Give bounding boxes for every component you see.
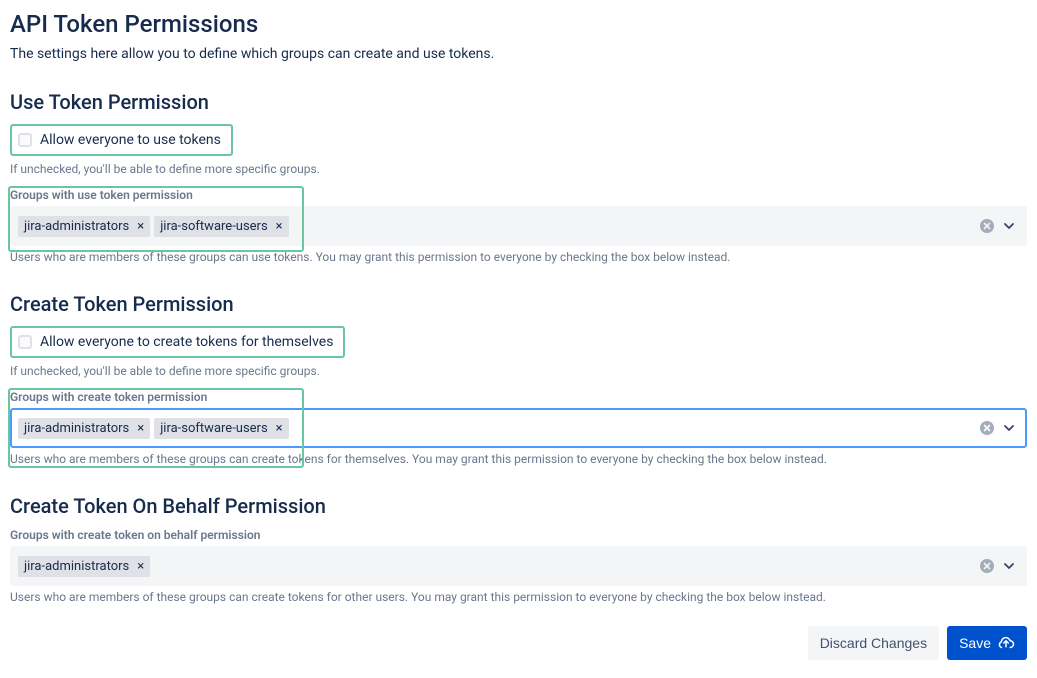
create-token-allow-everyone-checkbox[interactable]: Allow everyone to create tokens for them… [10, 326, 345, 358]
create-on-behalf-groups-help: Users who are members of these groups ca… [10, 590, 1027, 604]
tag-jira-administrators: jira-administrators × [18, 216, 150, 237]
checkbox-icon [18, 335, 32, 349]
use-token-section: Use Token Permission Allow everyone to u… [10, 90, 1027, 264]
use-token-groups-help: Users who are members of these groups ca… [10, 250, 1027, 264]
create-token-heading: Create Token Permission [10, 292, 1027, 316]
chevron-down-icon[interactable] [1001, 218, 1017, 234]
tag-jira-administrators: jira-administrators × [18, 556, 150, 577]
remove-tag-icon[interactable]: × [133, 218, 148, 235]
tag-jira-software-users: jira-software-users × [154, 418, 288, 439]
tag-label: jira-administrators [24, 219, 129, 234]
create-token-groups-label: Groups with create token permission [10, 390, 1027, 404]
clear-all-icon[interactable] [979, 558, 995, 574]
create-on-behalf-groups-label: Groups with create token on behalf permi… [10, 528, 1027, 542]
create-on-behalf-groups-field: Groups with create token on behalf permi… [10, 528, 1027, 586]
use-token-groups-label: Groups with use token permission [10, 188, 1027, 202]
use-token-groups-field: Groups with use token permission jira-ad… [10, 188, 1027, 246]
chevron-down-icon[interactable] [1001, 420, 1017, 436]
remove-tag-icon[interactable]: × [133, 558, 148, 575]
save-button-label: Save [959, 635, 991, 651]
checkbox-label: Allow everyone to create tokens for them… [40, 334, 333, 350]
cloud-upload-icon [997, 634, 1015, 652]
create-token-groups-select[interactable]: jira-administrators × jira-software-user… [10, 408, 1027, 448]
page-description: The settings here allow you to define wh… [10, 46, 1027, 62]
create-on-behalf-heading: Create Token On Behalf Permission [10, 494, 1027, 518]
clear-all-icon[interactable] [979, 420, 995, 436]
tag-label: jira-software-users [160, 421, 267, 436]
use-token-heading: Use Token Permission [10, 90, 1027, 114]
use-token-allow-everyone-checkbox[interactable]: Allow everyone to use tokens [10, 124, 233, 156]
chevron-down-icon[interactable] [1001, 558, 1017, 574]
create-token-groups-help: Users who are members of these groups ca… [10, 452, 1027, 466]
remove-tag-icon[interactable]: × [272, 420, 287, 437]
remove-tag-icon[interactable]: × [272, 218, 287, 235]
checkbox-icon [18, 133, 32, 147]
page-title: API Token Permissions [10, 10, 1027, 38]
tag-label: jira-administrators [24, 421, 129, 436]
tag-jira-administrators: jira-administrators × [18, 418, 150, 439]
tag-label: jira-administrators [24, 559, 129, 574]
use-token-groups-select[interactable]: jira-administrators × jira-software-user… [10, 206, 1027, 246]
create-token-section: Create Token Permission Allow everyone t… [10, 292, 1027, 466]
tag-jira-software-users: jira-software-users × [154, 216, 288, 237]
clear-all-icon[interactable] [979, 218, 995, 234]
tag-label: jira-software-users [160, 219, 267, 234]
save-button[interactable]: Save [947, 626, 1027, 660]
create-on-behalf-section: Create Token On Behalf Permission Groups… [10, 494, 1027, 604]
footer-actions: Discard Changes Save [10, 626, 1027, 660]
remove-tag-icon[interactable]: × [133, 420, 148, 437]
discard-changes-button[interactable]: Discard Changes [808, 626, 939, 660]
checkbox-label: Allow everyone to use tokens [40, 132, 221, 148]
create-token-groups-field: Groups with create token permission jira… [10, 390, 1027, 448]
create-token-checkbox-help: If unchecked, you'll be able to define m… [10, 364, 1027, 378]
create-on-behalf-groups-select[interactable]: jira-administrators × [10, 546, 1027, 586]
use-token-checkbox-help: If unchecked, you'll be able to define m… [10, 162, 1027, 176]
